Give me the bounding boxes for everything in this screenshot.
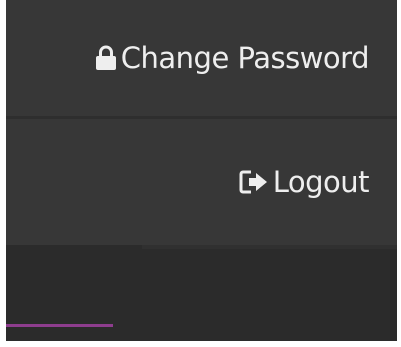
active-tab-indicator bbox=[6, 324, 113, 327]
sign-out-icon bbox=[239, 170, 269, 194]
page-content-area bbox=[6, 245, 397, 341]
logout-menu-item[interactable]: Logout bbox=[6, 119, 397, 245]
user-dropdown-menu: Change Password Logout bbox=[6, 0, 397, 245]
change-password-label: Change Password bbox=[120, 41, 370, 75]
lock-icon bbox=[95, 45, 117, 71]
menu-shadow bbox=[142, 245, 397, 249]
change-password-menu-item[interactable]: Change Password bbox=[6, 0, 397, 116]
logout-label: Logout bbox=[272, 165, 370, 199]
app-frame: Change Password Logout bbox=[6, 0, 397, 341]
